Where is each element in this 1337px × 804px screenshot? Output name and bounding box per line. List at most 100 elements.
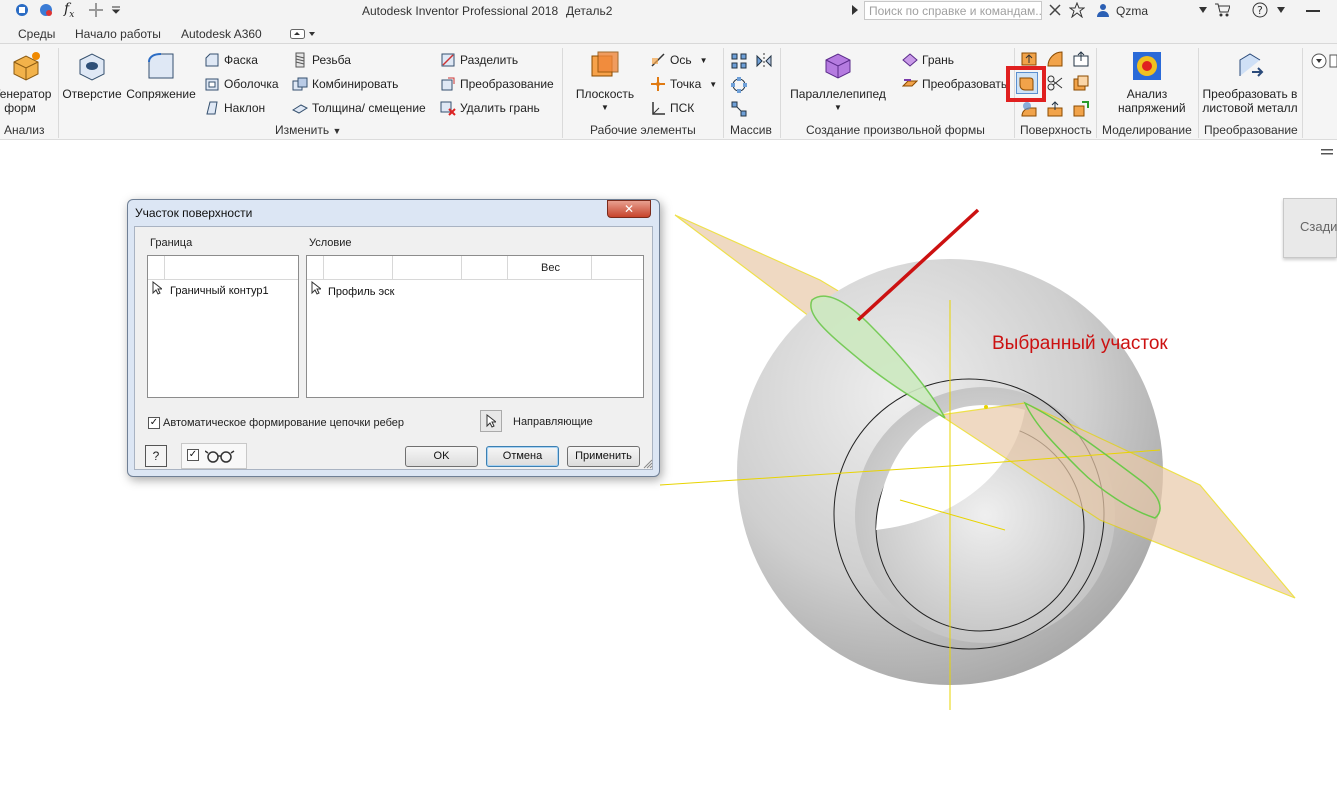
fillet-icon (148, 53, 174, 79)
plus-icon[interactable] (88, 2, 104, 18)
group-pattern: Массив (730, 123, 772, 137)
separator (780, 48, 781, 138)
viewcube[interactable]: Сзади (1283, 198, 1337, 258)
sculpt-icon[interactable] (1020, 100, 1038, 118)
ok-button[interactable]: OK (405, 446, 478, 467)
box-button[interactable]: Параллелепипед ▼ (788, 50, 888, 115)
point-dropdown-icon: ▼ (709, 79, 718, 89)
fx-icon[interactable]: fx (64, 1, 80, 20)
tab-a360[interactable]: Autodesk A360 (181, 27, 262, 41)
user-dropdown-icon[interactable] (1198, 6, 1208, 14)
group-modify-label: Изменить (275, 123, 330, 137)
freeform-convert-button[interactable]: Преобразовать (902, 76, 1007, 96)
ucs-button[interactable]: ПСК (650, 100, 694, 120)
freeform-face-button[interactable]: Грань (902, 52, 954, 72)
stress-analysis-icon (1133, 52, 1161, 80)
column-divider (392, 256, 393, 280)
condition-row[interactable]: Профиль эск (328, 286, 394, 298)
guide-rails-label: Направляющие (513, 416, 593, 428)
minimize-icon[interactable] (1306, 10, 1320, 14)
tab-getting-started[interactable]: Начало работы (75, 27, 161, 41)
plane-button[interactable]: Плоскость ▼ (570, 50, 640, 115)
panel-options-icon[interactable] (1310, 52, 1337, 70)
globe-icon[interactable] (38, 2, 54, 18)
auto-chain-checkbox[interactable]: ✓ (148, 417, 160, 429)
help-icon[interactable]: ? (1252, 2, 1268, 18)
column-divider (461, 256, 462, 280)
panel-toggle-icon[interactable] (290, 29, 316, 39)
combine-button[interactable]: Комбинировать (292, 76, 398, 96)
user-icon[interactable] (1095, 2, 1111, 18)
delete-face-button[interactable]: Удалить грань (440, 100, 540, 120)
chamfer-label: Фаска (224, 53, 258, 67)
direct-edit-button[interactable]: Преобразование (440, 76, 554, 96)
close-button[interactable]: ✕ (607, 200, 651, 218)
app-title: Autodesk Inventor Professional 2018 (362, 4, 559, 18)
resize-grip-icon[interactable] (643, 459, 653, 469)
user-name[interactable]: Qzma (1116, 4, 1148, 18)
group-convert: Преобразование (1204, 123, 1298, 137)
shape-generator-button[interactable]: Генератор форм (0, 50, 52, 115)
boundary-patch-icon[interactable] (1016, 72, 1038, 94)
cancel-button[interactable]: Отмена (486, 446, 559, 467)
help-button[interactable]: ? (145, 445, 167, 467)
cart-icon[interactable] (1214, 2, 1230, 18)
guide-rails-button[interactable] (480, 410, 502, 432)
group-surface: Поверхность (1020, 123, 1092, 137)
help-icon: ? (152, 449, 160, 463)
cursor-arrow-icon (311, 281, 321, 295)
chamfer-button[interactable]: Фаска (204, 52, 258, 72)
preview-checkbox[interactable]: ✓ (187, 449, 199, 461)
thread-button[interactable]: Резьба (292, 52, 351, 72)
navigation-bar-icon[interactable] (1321, 149, 1333, 155)
star-icon[interactable] (1069, 2, 1085, 18)
search-input[interactable]: Поиск по справке и командам... (864, 1, 1042, 20)
draft-label: Наклон (224, 101, 266, 115)
point-label: Точка (670, 77, 702, 91)
column-divider (507, 256, 508, 280)
hole-icon (79, 53, 105, 81)
replace-face-icon[interactable] (1072, 74, 1090, 92)
thicken-button[interactable]: Толщина/ смещение (292, 100, 426, 120)
caret-right-icon[interactable] (850, 4, 860, 16)
stitch-icon[interactable] (1046, 100, 1064, 118)
thicken-label: Толщина/ смещение (312, 101, 426, 115)
shell-button[interactable]: Оболочка (204, 76, 279, 96)
point-button[interactable]: Точка ▼ (650, 76, 717, 96)
boundary-row[interactable]: Граничный контур1 (170, 285, 269, 297)
direct-edit-icon (441, 77, 455, 91)
axis-button[interactable]: Ось ▼ (650, 52, 708, 72)
close-icon: ✕ (623, 202, 635, 216)
extend-surface-icon[interactable] (1072, 50, 1090, 68)
group-modify[interactable]: Изменить ▼ (275, 123, 341, 137)
draft-button[interactable]: Наклон (204, 100, 265, 120)
condition-list[interactable]: Вес Профиль эск (306, 255, 644, 398)
apply-button[interactable]: Применить (567, 446, 640, 467)
mirror-icon[interactable] (755, 52, 773, 70)
convert-sheet-metal-button[interactable]: Преобразовать в листовой металл (1200, 50, 1300, 115)
fillet-button[interactable]: Сопряжение (124, 50, 198, 101)
repair-bodies-icon[interactable] (1072, 100, 1090, 118)
stress-analysis-button[interactable]: Анализ напряжений (1104, 50, 1190, 115)
group-simulation: Моделирование (1102, 123, 1192, 137)
customize-dropdown-icon[interactable] (108, 2, 124, 18)
tab-environments[interactable]: Среды (18, 27, 55, 41)
column-divider (323, 256, 324, 280)
trim-surface-icon[interactable] (1046, 74, 1064, 92)
link-icon[interactable] (1047, 2, 1063, 18)
revolve-surface-icon[interactable] (1046, 50, 1064, 68)
hole-button[interactable]: Отверстие (62, 50, 122, 101)
dialog-body: Граница Условие Граничный контур1 Вес Пр… (134, 226, 653, 470)
help-dropdown-icon[interactable] (1276, 6, 1286, 14)
boundary-list[interactable]: Граничный контур1 (147, 255, 299, 398)
condition-header: Условие (309, 237, 352, 249)
point-icon (651, 77, 665, 91)
sketch-pattern-icon[interactable] (730, 100, 748, 118)
circular-pattern-icon[interactable] (730, 76, 748, 94)
ucs-icon (652, 102, 665, 115)
split-button[interactable]: Разделить (440, 52, 518, 72)
shape-generator-label: Генератор форм (0, 87, 52, 115)
rectangular-pattern-icon[interactable] (730, 52, 748, 70)
axis-dropdown-icon: ▼ (699, 55, 708, 65)
save-icon[interactable] (14, 2, 30, 18)
